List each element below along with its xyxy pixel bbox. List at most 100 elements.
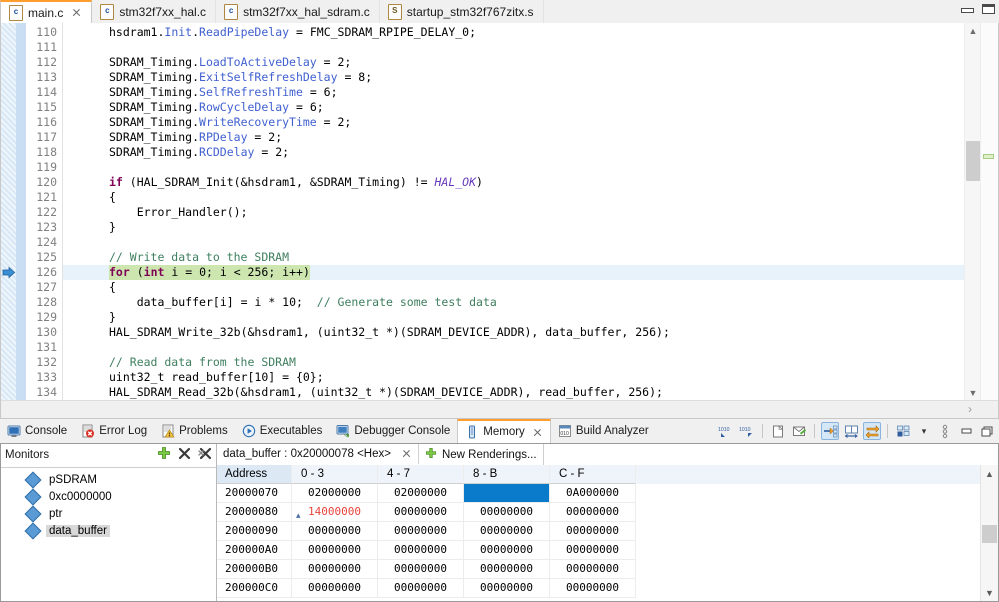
remove-all-monitors-icon[interactable] bbox=[198, 447, 212, 463]
new-renderings-tab[interactable]: New Renderings... bbox=[419, 444, 544, 465]
bottom-tab-error-log[interactable]: Error Log bbox=[74, 419, 154, 443]
code-line[interactable] bbox=[63, 340, 964, 355]
execution-pointer-icon[interactable] bbox=[2, 266, 16, 279]
memory-rendering-tab[interactable]: data_buffer : 0x20000078 <Hex> bbox=[217, 444, 419, 465]
code-line[interactable]: { bbox=[63, 190, 964, 205]
bottom-tab-console[interactable]: Console bbox=[0, 419, 74, 443]
maximize-window-icon[interactable] bbox=[981, 2, 995, 15]
memory-scrollbar-thumb[interactable] bbox=[982, 525, 997, 543]
scroll-down-icon[interactable]: ▼ bbox=[965, 385, 981, 401]
memory-data-cell[interactable]: 00000000 bbox=[292, 541, 378, 560]
memory-column-header[interactable]: Address bbox=[217, 465, 292, 484]
monitor-item[interactable]: pSDRAM bbox=[1, 471, 216, 488]
code-line[interactable]: // Write data to the SDRAM bbox=[63, 250, 964, 265]
code-line[interactable]: hsdram1.Init.ReadPipeDelay = FMC_SDRAM_R… bbox=[63, 25, 964, 40]
memory-data-cell[interactable]: 00000000 bbox=[464, 503, 550, 522]
memory-data-cell[interactable]: 02000000 bbox=[378, 484, 464, 503]
memory-column-header[interactable]: C - F bbox=[550, 465, 636, 484]
memory-address-cell[interactable]: 20000070 bbox=[217, 484, 292, 503]
editor-scrollbar-thumb[interactable] bbox=[966, 141, 980, 181]
memory-data-cell[interactable]: 00000000 bbox=[378, 522, 464, 541]
export-memory-icon[interactable]: 1010 bbox=[738, 422, 756, 440]
code-line[interactable]: if (HAL_SDRAM_Init(&hsdram1, &SDRAM_Timi… bbox=[63, 175, 964, 190]
code-line[interactable]: SDRAM_Timing.SelfRefreshTime = 6; bbox=[63, 85, 964, 100]
memory-data-cell[interactable]: 00000000 bbox=[378, 560, 464, 579]
code-line[interactable]: uint32_t read_buffer[10] = {0}; bbox=[63, 370, 964, 385]
editor-text-area[interactable]: hsdram1.Init.ReadPipeDelay = FMC_SDRAM_R… bbox=[63, 23, 964, 418]
editor-tab-stm32f7xx-hal-sdram-c[interactable]: c stm32f7xx_hal_sdram.c bbox=[216, 0, 380, 23]
memory-data-cell[interactable]: ▴ 14000000 bbox=[292, 503, 378, 522]
remove-monitor-icon[interactable] bbox=[178, 447, 191, 463]
memory-table-scrollbar[interactable]: ▲ ▼ bbox=[980, 465, 998, 601]
code-line[interactable]: } bbox=[63, 310, 964, 325]
memory-data-cell[interactable]: 00000000 bbox=[292, 560, 378, 579]
code-line[interactable]: } bbox=[63, 220, 964, 235]
toggle-split-pane-icon[interactable] bbox=[842, 422, 860, 440]
memory-table[interactable]: Address 0 - 34 - 78 - BC - F 20000070 02000… bbox=[217, 465, 981, 601]
overview-ruler-marker[interactable] bbox=[983, 154, 994, 159]
memory-data-cell[interactable]: 0A000000 bbox=[550, 484, 636, 503]
memory-address-cell[interactable]: 20000080 bbox=[217, 503, 292, 522]
memory-data-cell[interactable]: 00000000 bbox=[550, 522, 636, 541]
scroll-up-icon[interactable]: ▲ bbox=[965, 23, 981, 39]
memory-data-cell[interactable]: 00000000 bbox=[292, 522, 378, 541]
memory-data-cell[interactable]: 00000000 bbox=[464, 560, 550, 579]
code-line[interactable]: for (int i = 0; i < 256; i++) bbox=[63, 265, 964, 280]
memory-data-cell[interactable]: 00000000 bbox=[464, 579, 550, 598]
link-memory-rendering-icon[interactable] bbox=[821, 422, 839, 440]
code-line[interactable]: SDRAM_Timing.ExitSelfRefreshDelay = 8; bbox=[63, 70, 964, 85]
view-menu-icon[interactable] bbox=[894, 422, 912, 440]
code-line[interactable] bbox=[63, 40, 964, 55]
code-line[interactable]: HAL_SDRAM_Read_32b(&hsdram1, (uint32_t *… bbox=[63, 385, 964, 400]
code-line[interactable]: SDRAM_Timing.LoadToActiveDelay = 2; bbox=[63, 55, 964, 70]
close-rendering-icon[interactable] bbox=[401, 448, 412, 459]
maximize-panel-icon[interactable] bbox=[978, 422, 996, 440]
code-line[interactable]: Error_Handler(); bbox=[63, 205, 964, 220]
monitor-item[interactable]: ptr bbox=[1, 505, 216, 522]
editor-tab-main-c[interactable]: c main.c bbox=[0, 0, 93, 23]
code-line[interactable]: SDRAM_Timing.WriteRecoveryTime = 2; bbox=[63, 115, 964, 130]
bottom-tab-executables[interactable]: Executables bbox=[235, 419, 330, 443]
toggle-memory-monitors-icon[interactable] bbox=[863, 422, 881, 440]
memory-address-cell[interactable]: 200000B0 bbox=[217, 560, 292, 579]
editor-vertical-scrollbar[interactable]: ▲ ▼ bbox=[964, 23, 981, 418]
code-line[interactable]: HAL_SDRAM_Write_32b(&hsdram1, (uint32_t … bbox=[63, 325, 964, 340]
memory-scroll-up-icon[interactable]: ▲ bbox=[981, 465, 998, 482]
new-memory-icon[interactable] bbox=[769, 422, 787, 440]
close-tab-icon[interactable] bbox=[71, 7, 82, 18]
memory-data-cell[interactable]: 00000000 bbox=[378, 541, 464, 560]
code-line[interactable]: { bbox=[63, 280, 964, 295]
add-monitor-icon[interactable] bbox=[157, 446, 171, 463]
memory-data-cell[interactable]: 00000000 bbox=[550, 579, 636, 598]
minimize-panel-icon[interactable] bbox=[957, 422, 975, 440]
code-line[interactable] bbox=[63, 235, 964, 250]
editor-overview-ruler[interactable] bbox=[980, 23, 997, 418]
editor-expand-chevron-icon[interactable]: › bbox=[968, 402, 972, 416]
code-line[interactable]: // Read data from the SDRAM bbox=[63, 355, 964, 370]
close-tab-icon[interactable] bbox=[532, 427, 543, 438]
code-line[interactable]: SDRAM_Timing.RowCycleDelay = 6; bbox=[63, 100, 964, 115]
editor-marker-bar[interactable] bbox=[1, 23, 16, 418]
code-line[interactable]: SDRAM_Timing.RCDDelay = 2; bbox=[63, 145, 964, 160]
view-options-icon[interactable] bbox=[936, 422, 954, 440]
memory-data-cell[interactable]: 00000000 bbox=[550, 503, 636, 522]
editor-tab-stm32f7xx-hal-c[interactable]: c stm32f7xx_hal.c bbox=[92, 0, 217, 23]
monitor-item[interactable]: data_buffer bbox=[1, 522, 216, 539]
bottom-tab-problems[interactable]: Problems bbox=[154, 419, 235, 443]
memory-data-cell[interactable]: 00000000 bbox=[464, 522, 550, 541]
editor-tab-startup-stm32f767zitx-s[interactable]: Sstartup_stm32f767zitx.s bbox=[380, 0, 544, 23]
memory-address-cell[interactable]: 200000A0 bbox=[217, 541, 292, 560]
memory-column-header[interactable]: 4 - 7 bbox=[378, 465, 464, 484]
memory-data-cell[interactable]: 00000000 bbox=[292, 579, 378, 598]
memory-address-cell[interactable]: 20000090 bbox=[217, 522, 292, 541]
memory-data-cell[interactable] bbox=[464, 484, 550, 503]
memory-data-cell[interactable]: 00000000 bbox=[550, 541, 636, 560]
memory-data-cell[interactable]: 00000000 bbox=[378, 503, 464, 522]
bottom-tab-memory[interactable]: Memory bbox=[457, 419, 551, 443]
monitors-list[interactable]: pSDRAM 0xc0000000 ptr data_buffer bbox=[1, 467, 216, 601]
code-line[interactable]: SDRAM_Timing.RPDelay = 2; bbox=[63, 130, 964, 145]
pin-memory-icon[interactable] bbox=[790, 422, 808, 440]
memory-column-header[interactable]: 8 - B bbox=[464, 465, 550, 484]
memory-data-cell[interactable]: 00000000 bbox=[550, 560, 636, 579]
monitor-item[interactable]: 0xc0000000 bbox=[1, 488, 216, 505]
